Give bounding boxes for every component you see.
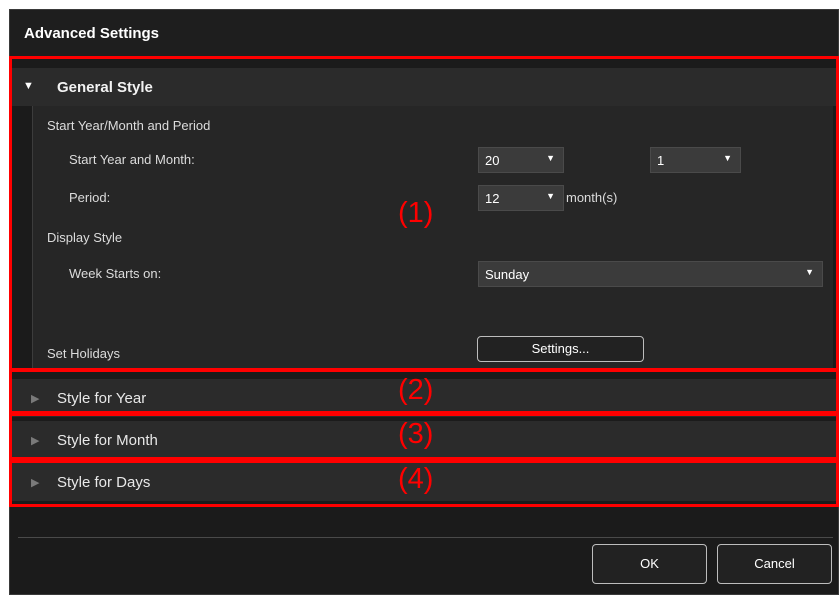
period-dropdown[interactable]: 12 ▼ <box>478 185 564 211</box>
general-style-panel: Start Year/Month and Period Start Year a… <box>32 106 833 369</box>
triangle-right-icon: ▶ <box>31 477 40 489</box>
callout-number-2: (2) <box>398 374 434 406</box>
triangle-right-icon: ▶ <box>31 393 40 405</box>
week-starts-dropdown[interactable]: Sunday ▼ <box>478 261 823 287</box>
start-month-value: 1 <box>657 153 665 168</box>
section-style-for-month-label: Style for Month <box>57 432 158 449</box>
group-start-period-label: Start Year/Month and Period <box>47 118 211 133</box>
start-month-dropdown[interactable]: 1 ▼ <box>650 147 741 173</box>
ok-button[interactable]: OK <box>592 544 707 584</box>
footer-divider <box>18 537 833 538</box>
period-value: 12 <box>485 191 500 206</box>
dropdown-arrow-icon: ▼ <box>546 191 555 201</box>
callout-number-1: (1) <box>398 197 434 229</box>
cancel-button[interactable]: Cancel <box>717 544 832 584</box>
section-style-for-year-label: Style for Year <box>57 390 147 407</box>
section-style-for-days-label: Style for Days <box>57 474 151 491</box>
start-year-month-label: Start Year and Month: <box>69 152 195 167</box>
advanced-settings-dialog: Advanced Settings ▼ General Style Start … <box>9 9 839 595</box>
start-year-value: 20 <box>485 153 500 168</box>
dialog-titlebar: Advanced Settings <box>10 10 838 59</box>
dropdown-arrow-icon: ▼ <box>723 153 732 163</box>
week-starts-label: Week Starts on: <box>69 266 162 281</box>
set-holidays-label: Set Holidays <box>47 346 120 361</box>
section-general-style[interactable]: ▼ General Style <box>11 68 837 106</box>
dropdown-arrow-icon: ▼ <box>546 153 555 163</box>
week-starts-value: Sunday <box>485 267 530 282</box>
section-general-style-label: General Style <box>57 79 153 96</box>
period-label: Period: <box>69 190 111 205</box>
holidays-settings-button[interactable]: Settings... <box>477 336 644 362</box>
start-year-dropdown[interactable]: 20 ▼ <box>478 147 564 173</box>
callout-number-3: (3) <box>398 418 434 450</box>
triangle-down-icon: ▼ <box>23 80 34 92</box>
callout-number-4: (4) <box>398 463 434 495</box>
dialog-title: Advanced Settings <box>24 25 160 42</box>
period-unit-label: month(s) <box>566 190 618 205</box>
dropdown-arrow-icon: ▼ <box>805 267 814 277</box>
group-display-style-label: Display Style <box>47 230 123 245</box>
triangle-right-icon: ▶ <box>31 435 40 447</box>
